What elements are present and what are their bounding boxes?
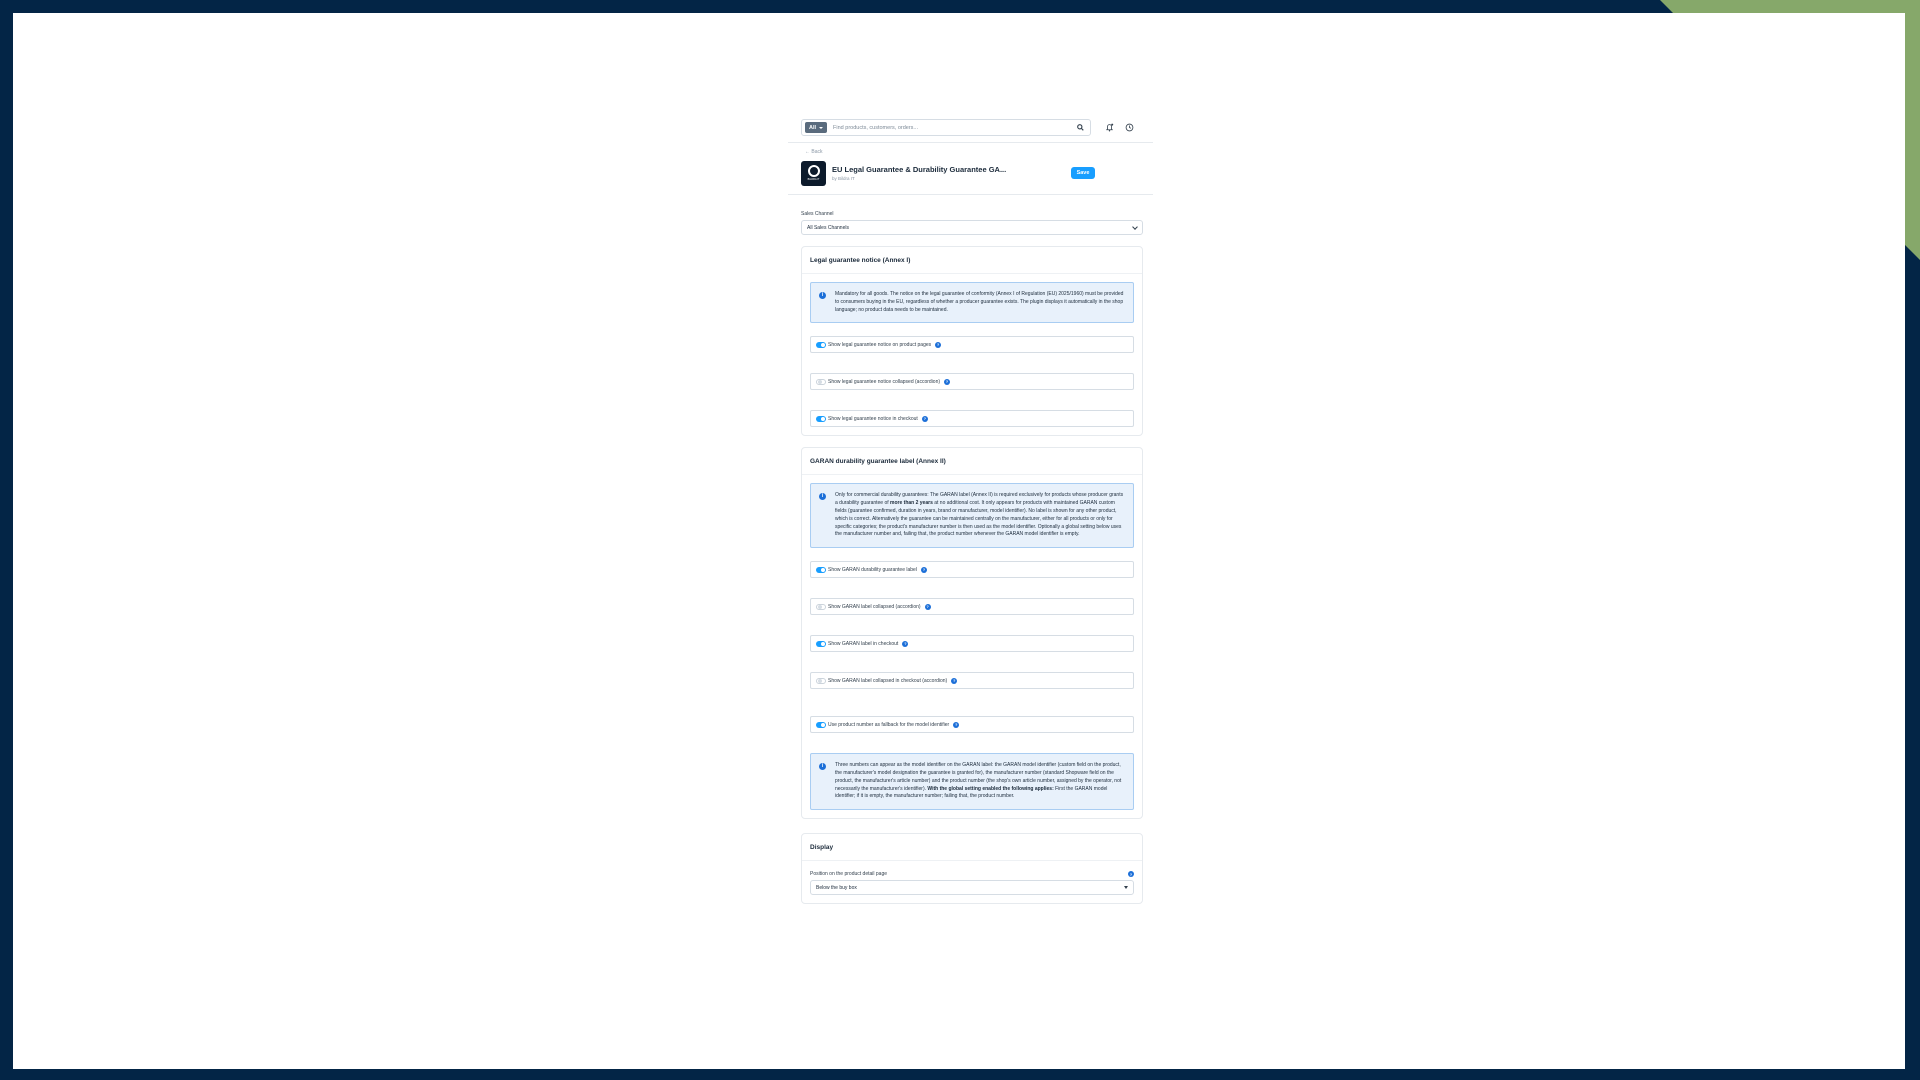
plugin-logo: BILDRA IT bbox=[801, 160, 826, 186]
switch-garan-collapsed[interactable] bbox=[816, 603, 826, 610]
toggle-row-legal-collapsed[interactable]: Show legal guarantee notice collapsed (a… bbox=[810, 373, 1134, 391]
toggle-row-garan-checkout[interactable]: Show GARAN label in checkout ? bbox=[810, 635, 1134, 653]
search-input[interactable]: Find products, customers, orders... bbox=[827, 125, 1074, 131]
model-info-bold: With the global setting enabled the foll… bbox=[927, 785, 1054, 792]
help-icon[interactable]: ? bbox=[1128, 871, 1134, 878]
top-bar: All Find products, customers, orders... bbox=[788, 113, 1153, 143]
toggle-label: Show legal guarantee notice in checkout bbox=[828, 415, 918, 422]
back-link[interactable]: ← Back bbox=[805, 149, 1153, 157]
bell-icon[interactable] bbox=[1103, 122, 1115, 134]
model-identifier-info-box: i Three numbers can appear as the model … bbox=[810, 753, 1134, 811]
save-button[interactable]: Save bbox=[1071, 167, 1095, 179]
legal-guarantee-body: i Mandatory for all goods. The notice on… bbox=[802, 274, 1142, 435]
position-select[interactable]: Below the buy box bbox=[810, 880, 1134, 896]
switch-legal-collapsed[interactable] bbox=[816, 378, 826, 385]
caret-down-icon bbox=[1124, 886, 1128, 890]
search-scope-label: All bbox=[809, 124, 817, 131]
switch-garan-checkout-collapsed[interactable] bbox=[816, 677, 826, 684]
legal-info-text: Mandatory for all goods. The notice on t… bbox=[835, 291, 1124, 313]
display-title: Display bbox=[802, 834, 1142, 862]
display-card: Display Position on the product detail p… bbox=[801, 833, 1143, 905]
legal-info-box: i Mandatory for all goods. The notice on… bbox=[810, 282, 1134, 324]
help-icon[interactable]: ? bbox=[902, 640, 909, 647]
position-label-row: Position on the product detail page ? bbox=[810, 871, 1134, 878]
global-search[interactable]: All Find products, customers, orders... bbox=[801, 119, 1091, 136]
chevron-down-icon bbox=[819, 126, 824, 129]
garan-card: GARAN durability guarantee label (Annex … bbox=[801, 447, 1143, 820]
search-icon[interactable] bbox=[1074, 122, 1086, 134]
display-body: Position on the product detail page ? Be… bbox=[802, 861, 1142, 903]
settings-content: Sales Channel All Sales Channels Legal g… bbox=[788, 211, 1143, 905]
header-divider bbox=[788, 194, 1153, 195]
switch-legal-checkout[interactable] bbox=[816, 415, 826, 422]
screenshot-canvas: All Find products, customers, orders... … bbox=[13, 13, 1905, 1069]
switch-garan-label[interactable] bbox=[816, 566, 826, 573]
toggle-label: Show GARAN label collapsed in checkout (… bbox=[828, 677, 948, 684]
model-info-text: Three numbers can appear as the model id… bbox=[835, 762, 1125, 801]
toggle-row-garan-label[interactable]: Show GARAN durability guarantee label ? bbox=[810, 561, 1134, 579]
position-label: Position on the product detail page bbox=[810, 871, 887, 878]
toggle-label: Show GARAN label in checkout bbox=[828, 640, 899, 647]
help-icon[interactable]: ? bbox=[924, 603, 931, 610]
back-label: Back bbox=[811, 149, 823, 155]
help-icon[interactable]: ? bbox=[921, 415, 928, 422]
help-icon[interactable]: ? bbox=[935, 341, 942, 348]
help-icon[interactable]: ? bbox=[951, 677, 958, 684]
clock-icon[interactable] bbox=[1123, 122, 1135, 134]
help-icon[interactable]: ? bbox=[953, 721, 960, 728]
page-title: EU Legal Guarantee & Durability Guarante… bbox=[832, 165, 1007, 174]
toggle-label: Show legal guarantee notice collapsed (a… bbox=[828, 378, 941, 385]
toggle-row-fallback[interactable]: Use product number as fallback for the m… bbox=[810, 716, 1134, 734]
help-icon[interactable]: ? bbox=[920, 566, 927, 573]
info-icon: i bbox=[819, 493, 826, 501]
info-icon: i bbox=[819, 763, 826, 771]
help-icon[interactable]: ? bbox=[944, 378, 951, 385]
position-value: Below the buy box bbox=[816, 884, 857, 891]
plugin-header: BILDRA IT EU Legal Guarantee & Durabilit… bbox=[801, 160, 1153, 186]
toggle-row-legal-checkout[interactable]: Show legal guarantee notice in checkout … bbox=[810, 410, 1134, 428]
toggle-row-garan-checkout-collapsed[interactable]: Show GARAN label collapsed in checkout (… bbox=[810, 672, 1134, 690]
toggle-label: Show GARAN label collapsed (accordion) bbox=[828, 603, 921, 610]
sales-channel-label: Sales Channel bbox=[801, 211, 834, 217]
legal-guarantee-card: Legal guarantee notice (Annex I) i Manda… bbox=[801, 246, 1143, 437]
search-scope-button[interactable]: All bbox=[805, 122, 828, 133]
switch-fallback[interactable] bbox=[816, 721, 826, 728]
chevron-down-icon bbox=[1132, 223, 1138, 230]
toggle-label: Show legal guarantee notice on product p… bbox=[828, 341, 932, 348]
logo-mark bbox=[807, 165, 820, 177]
toggle-row-legal-product-pages[interactable]: Show legal guarantee notice on product p… bbox=[810, 336, 1134, 354]
legal-guarantee-title: Legal guarantee notice (Annex I) bbox=[802, 247, 1142, 274]
topbar-icons bbox=[1103, 122, 1135, 134]
toggle-row-garan-collapsed[interactable]: Show GARAN label collapsed (accordion) ? bbox=[810, 598, 1134, 616]
toggle-label: Use product number as fallback for the m… bbox=[828, 721, 950, 728]
logo-text: BILDRA IT bbox=[807, 178, 820, 181]
switch-garan-checkout[interactable] bbox=[816, 640, 826, 647]
toggle-label: Show GARAN durability guarantee label bbox=[828, 566, 917, 573]
title-block: EU Legal Guarantee & Durability Guarante… bbox=[832, 165, 1060, 181]
garan-info-text: Only for commercial durability guarantee… bbox=[835, 492, 1125, 539]
garan-info-bold: more than 2 years bbox=[890, 500, 933, 507]
switch-legal-product-pages[interactable] bbox=[816, 341, 826, 348]
info-icon: i bbox=[819, 292, 826, 299]
garan-title: GARAN durability guarantee label (Annex … bbox=[802, 448, 1142, 476]
garan-body: i Only for commercial durability guarant… bbox=[802, 475, 1142, 818]
sales-channel-select[interactable]: All Sales Channels bbox=[801, 220, 1143, 235]
plugin-author: by Bildra IT bbox=[832, 176, 855, 181]
plugin-config-page: All Find products, customers, orders... … bbox=[788, 113, 1153, 905]
garan-info-box: i Only for commercial durability guarant… bbox=[810, 483, 1134, 549]
sales-channel-value: All Sales Channels bbox=[807, 224, 849, 231]
